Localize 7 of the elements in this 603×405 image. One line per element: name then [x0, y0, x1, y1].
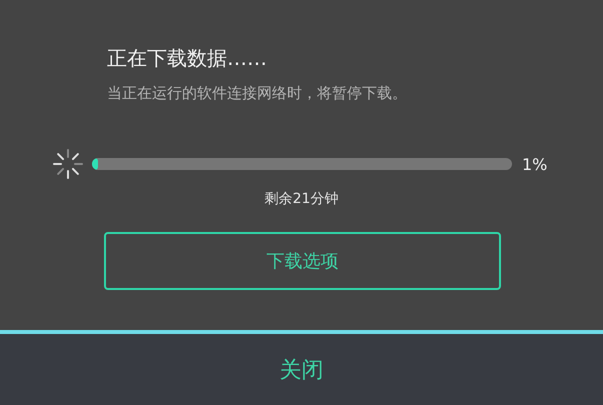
close-button[interactable]: 关闭 — [270, 350, 334, 388]
remaining-time: 剩余21分钟 — [264, 191, 338, 207]
dialog-message: 当正在运行的软件连接网络时，将暂停下载。 — [107, 83, 408, 104]
download-options-button[interactable]: 下载选项 — [104, 232, 501, 290]
loading-spinner-icon — [52, 148, 84, 180]
progress-percent: 1% — [522, 154, 548, 174]
dialog-title: 正在下载数据…… — [107, 45, 268, 72]
